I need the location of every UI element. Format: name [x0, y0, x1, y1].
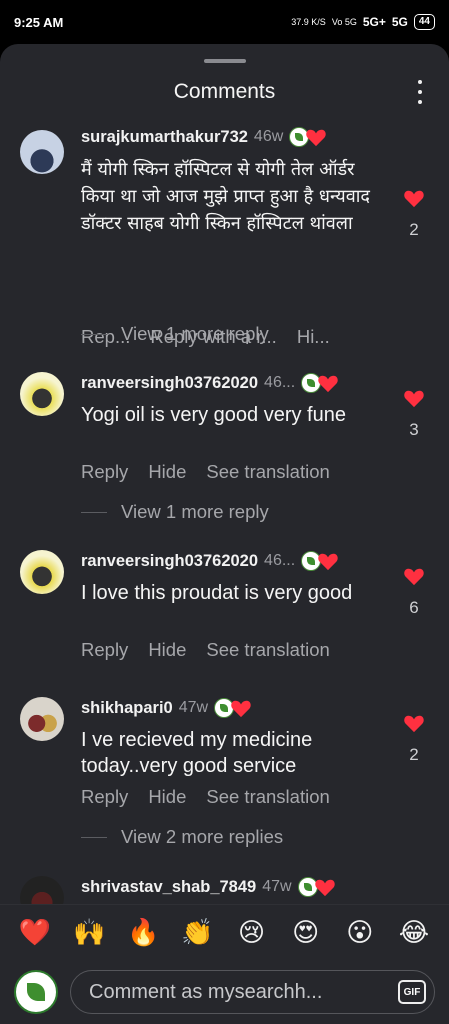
hide-button[interactable]: Hide	[148, 786, 186, 808]
username[interactable]: ranveersingh03762020	[81, 552, 258, 571]
speed-indicator: 37.9 K/S	[291, 17, 326, 27]
view-more-replies[interactable]: View 2 more replies	[81, 826, 283, 848]
heart-icon	[318, 375, 338, 393]
avatar[interactable]	[20, 372, 64, 416]
reaction-laugh-icon[interactable]: 😂	[394, 920, 434, 946]
view-more-replies[interactable]: View 1 more reply	[81, 323, 269, 345]
reaction-fire-icon[interactable]: 🔥	[123, 920, 163, 946]
creator-liked-badge	[214, 697, 252, 719]
view-more-replies[interactable]: View 1 more reply	[81, 501, 269, 523]
avatar[interactable]	[20, 697, 64, 741]
username[interactable]: ranveersingh03762020	[81, 374, 258, 393]
comment-item: ranveersingh03762020 46... I love this p…	[0, 550, 449, 670]
more-options-icon[interactable]	[415, 80, 425, 104]
reply-divider-line	[81, 333, 107, 335]
see-translation-button[interactable]: See translation	[206, 786, 329, 808]
heart-icon	[318, 553, 338, 571]
comment-item: surajkumarthakur732 46w मैं योगी स्किन ह…	[0, 126, 449, 356]
comment-header: ranveersingh03762020 46...	[81, 550, 339, 572]
comment-composer: GIF	[0, 960, 449, 1024]
avatar[interactable]	[20, 550, 64, 594]
reply-button[interactable]: Reply	[81, 639, 128, 661]
reaction-heart-icon[interactable]: ❤️	[15, 920, 55, 946]
comment-header: surajkumarthakur732 46w	[81, 126, 327, 148]
reply-button[interactable]: Reply	[81, 461, 128, 483]
comment-age: 46...	[264, 552, 296, 569]
comment-text: मैं योगी स्किन हॉस्पिटल से योगी तेल ऑर्ड…	[81, 159, 370, 234]
comment-age: 47w	[262, 878, 292, 895]
username[interactable]: surajkumarthakur732	[81, 128, 248, 147]
comment-header: shikhapari0 47w	[81, 697, 252, 719]
network-5g-icon: 5G	[391, 15, 408, 29]
reply-divider-line	[81, 511, 107, 513]
view-replies-text[interactable]: View 1 more reply	[121, 501, 269, 523]
like-count: 2	[409, 745, 419, 764]
like-button[interactable]: 2	[400, 713, 428, 765]
view-replies-text[interactable]: View 2 more replies	[121, 826, 283, 848]
hide-button[interactable]: Hi...	[297, 326, 330, 348]
comment-text: I ve recieved my medicine today..very go…	[81, 729, 313, 777]
comment-text: I love this proudat is very good	[81, 582, 353, 604]
see-translation-button[interactable]: See translation	[206, 639, 329, 661]
reaction-clap-icon[interactable]: 👏	[177, 920, 217, 946]
view-replies-text[interactable]: View 1 more reply	[121, 323, 269, 345]
like-count: 6	[409, 598, 419, 617]
comment-input[interactable]	[89, 980, 398, 1004]
comment-text: Yogi oil is very good very fune	[81, 404, 346, 426]
like-count: 3	[409, 420, 419, 439]
comment-item: shikhapari0 47w I ve recieved my medicin…	[0, 697, 449, 817]
creator-liked-badge	[301, 372, 339, 394]
heart-filled-icon[interactable]	[403, 566, 425, 586]
comment-item: ranveersingh03762020 46... Yogi oil is v…	[0, 372, 449, 492]
hide-button[interactable]: Hide	[148, 639, 186, 661]
hide-button[interactable]: Hide	[148, 461, 186, 483]
reaction-cry-icon[interactable]: 😢	[232, 920, 272, 946]
volte-indicator: Vo 5G	[331, 17, 357, 27]
network-5g-plus-icon: 5G+	[362, 15, 386, 29]
sheet-title: Comments	[173, 80, 276, 103]
username[interactable]: shikhapari0	[81, 699, 173, 718]
comment-header: ranveersingh03762020 46...	[81, 372, 339, 394]
see-translation-button[interactable]: See translation	[206, 461, 329, 483]
comment-item: shrivastav_shab_7849 47w	[0, 876, 449, 920]
heart-filled-icon[interactable]	[403, 388, 425, 408]
comments-sheet: Comments surajkumarthakur732 46w मैं योग…	[0, 44, 449, 1024]
reaction-heart-eyes-icon[interactable]: 😍	[286, 920, 326, 946]
reply-button[interactable]: Reply	[81, 786, 128, 808]
sheet-grabber[interactable]	[204, 59, 246, 63]
heart-filled-icon[interactable]	[403, 188, 425, 208]
gif-button[interactable]: GIF	[398, 980, 426, 1004]
status-time: 9:25 AM	[14, 14, 64, 30]
brand-leaf-icon	[27, 983, 45, 1001]
heart-icon	[314, 879, 335, 897]
status-icons: 37.9 K/S Vo 5G 5G+ 5G 44	[291, 14, 435, 30]
comment-age: 47w	[178, 699, 209, 716]
like-button[interactable]: 3	[400, 388, 428, 440]
heart-filled-icon[interactable]	[403, 713, 425, 733]
comment-age: 46...	[264, 374, 296, 391]
username[interactable]: shrivastav_shab_7849	[81, 878, 256, 897]
battery-icon: 44	[413, 14, 435, 30]
comment-header: shrivastav_shab_7849 47w	[81, 876, 336, 898]
comment-actions: Reply Hide See translation	[81, 639, 330, 661]
comment-actions: Reply Hide See translation	[81, 461, 330, 483]
like-button[interactable]: 2	[400, 188, 428, 240]
creator-liked-badge	[297, 876, 336, 898]
reaction-raising-hands-icon[interactable]: 🙌	[69, 920, 109, 946]
quick-reactions-bar: ❤️ 🙌 🔥 👏 😢 😍 😮 😂	[0, 904, 449, 960]
comment-box: GIF	[70, 970, 435, 1014]
reply-divider-line	[81, 836, 107, 838]
creator-liked-badge	[301, 550, 339, 572]
comment-age: 46w	[253, 128, 284, 145]
like-count: 2	[409, 220, 419, 239]
heart-icon	[231, 700, 251, 718]
avatar[interactable]	[20, 130, 64, 174]
comment-actions: Reply Hide See translation	[81, 786, 330, 808]
status-bar: 9:25 AM 37.9 K/S Vo 5G 5G+ 5G 44	[0, 0, 449, 44]
my-avatar	[14, 970, 58, 1014]
heart-icon	[306, 129, 326, 147]
like-button[interactable]: 6	[400, 566, 428, 618]
creator-liked-badge	[289, 126, 327, 148]
reaction-wow-icon[interactable]: 😮	[340, 920, 380, 946]
